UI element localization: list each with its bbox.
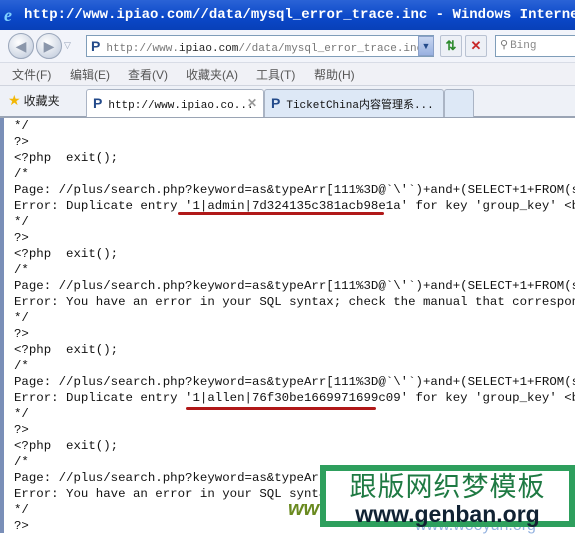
code-line: */ [14, 503, 29, 517]
watermark-genban: 跟版网织梦模板 www.genban.org [320, 465, 575, 527]
window-title: http://www.ipiao.com//data/mysql_error_t… [24, 7, 575, 23]
menu-edit[interactable]: 编辑(E) [70, 66, 110, 83]
code-line: Page: //plus/search.php?keyword=as&typeA… [14, 375, 575, 389]
site-favicon-icon: P [271, 95, 281, 111]
code-line: ?> [14, 423, 29, 437]
stop-button[interactable]: ✕ [465, 35, 487, 57]
star-icon: ★ [8, 92, 21, 108]
code-line: Error: Duplicate entry '1|allen|76f30be1… [14, 391, 575, 405]
code-line: ?> [14, 231, 29, 245]
favorites-button[interactable]: ★ 收藏夹 [8, 92, 60, 109]
back-button[interactable]: ◀ [8, 33, 34, 59]
code-line: <?php exit(); [14, 247, 119, 261]
search-input[interactable]: ⚲ Bing [495, 35, 575, 57]
tab-label: http://www.ipiao.co... [108, 100, 254, 112]
menu-file[interactable]: 文件(F) [12, 66, 51, 83]
code-line: ?> [14, 135, 29, 149]
code-line: /* [14, 455, 29, 469]
code-line: Error: Duplicate entry '1|admin|7d324135… [14, 199, 575, 213]
address-prefix: http://www. [106, 43, 179, 55]
window-titlebar: e http://www.ipiao.com//data/mysql_error_… [0, 0, 575, 30]
refresh-button[interactable]: ⇅ [440, 35, 462, 57]
arrow-right-icon: ▶ [43, 38, 55, 54]
menu-help[interactable]: 帮助(H) [314, 66, 355, 83]
code-line: Error: You have an error in your SQL syn… [14, 295, 575, 309]
menu-tools[interactable]: 工具(T) [256, 66, 295, 83]
address-domain: ipiao.com [178, 43, 239, 55]
history-dropdown-icon[interactable]: ▽ [64, 40, 71, 51]
search-placeholder: Bing [510, 40, 537, 52]
tab-bar: ★ 收藏夹 Phttp://www.ipiao.co... ✕ P TicketCh… [0, 86, 575, 118]
code-line: /* [14, 359, 29, 373]
search-icon: ⚲ [500, 40, 509, 52]
code-line: */ [14, 407, 29, 421]
watermark-en-text: www.genban.org [355, 501, 540, 527]
favorites-label: 收藏夹 [23, 94, 60, 108]
watermark-partial: ww [288, 498, 320, 520]
code-line: /* [14, 263, 29, 277]
close-tab-icon[interactable]: ✕ [247, 90, 257, 116]
code-line: ?> [14, 519, 29, 533]
address-bar[interactable]: Phttp://www.ipiao.com//data/mysql_error_… [86, 35, 434, 57]
code-line: ?> [14, 327, 29, 341]
forward-button[interactable]: ▶ [36, 33, 62, 59]
menu-bar: 文件(F) 编辑(E) 查看(V) 收藏夹(A) 工具(T) 帮助(H) [0, 63, 575, 86]
address-dropdown-button[interactable]: ▼ [418, 36, 434, 56]
site-favicon-icon: P [93, 95, 103, 111]
site-favicon-icon: P [91, 38, 101, 54]
code-line: <?php exit(); [14, 343, 119, 357]
code-line: /* [14, 167, 29, 181]
navigation-bar: ◀ ▶ ▽ Phttp://www.ipiao.com//data/mysql_… [0, 30, 575, 63]
refresh-icon: ⇅ [445, 38, 457, 53]
ie-logo-icon: e [4, 5, 12, 25]
code-line: Page: //plus/search.php?keyword=as&typeA… [14, 183, 575, 197]
code-line: */ [14, 215, 29, 229]
chevron-down-icon: ▼ [421, 41, 431, 51]
watermark-cn-text: 跟版网织梦模板 [349, 472, 546, 502]
watermark-inner: 跟版网织梦模板 www.genban.org [324, 469, 571, 527]
address-path: //data/mysql_error_trace.inc [238, 43, 424, 55]
arrow-left-icon: ◀ [15, 38, 27, 54]
new-tab-button[interactable] [444, 89, 474, 117]
code-line: */ [14, 311, 29, 325]
code-line: <?php exit(); [14, 439, 119, 453]
tab-label: TicketChina内容管理系... [286, 100, 434, 112]
highlight-underline-allen [186, 407, 376, 410]
highlight-underline-admin [178, 212, 384, 215]
code-line: <?php exit(); [14, 151, 119, 165]
menu-view[interactable]: 查看(V) [128, 66, 168, 83]
tab-active[interactable]: Phttp://www.ipiao.co... ✕ [86, 89, 264, 117]
tab-inactive[interactable]: P TicketChina内容管理系... [264, 89, 444, 117]
menu-favorites[interactable]: 收藏夹(A) [186, 66, 238, 83]
close-icon: ✕ [470, 38, 482, 53]
code-line: */ [14, 119, 29, 133]
code-line: Page: //plus/search.php?keyword=as&typeA… [14, 279, 575, 293]
